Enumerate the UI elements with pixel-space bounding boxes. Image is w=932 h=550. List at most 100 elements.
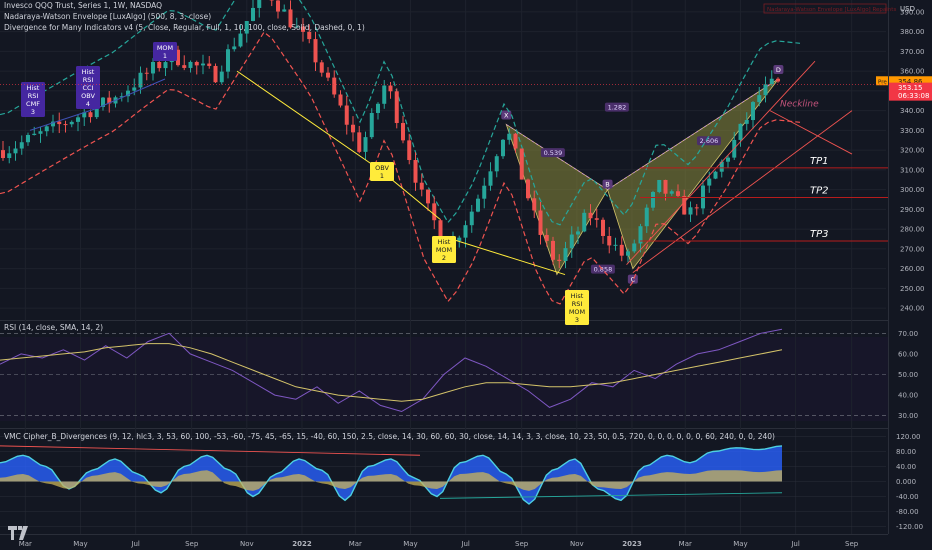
candle-body: [63, 124, 68, 126]
candle-body: [413, 160, 418, 183]
divergence-label-text: MOM: [436, 246, 452, 254]
target-label-tp2: TP2: [810, 186, 829, 197]
candle-body: [394, 91, 399, 124]
candle-body: [519, 148, 524, 180]
candle-body: [601, 219, 605, 236]
candle-body: [557, 259, 562, 261]
candle-body: [713, 171, 718, 179]
price-axis-tick: 320.00: [900, 147, 925, 155]
last-price: 353.15: [898, 84, 923, 92]
price-axis-tick: 280.00: [900, 226, 925, 234]
tradingview-logo-icon: [8, 526, 28, 540]
time-axis-tick: Nov: [240, 540, 254, 548]
candle-body: [257, 0, 262, 8]
candle-body: [238, 33, 243, 47]
candle-body: [613, 244, 618, 246]
time-axis-tick: 2022: [292, 540, 312, 548]
divergence-label-text: MOM: [157, 44, 173, 52]
divergence-label-text: OBV: [81, 92, 95, 100]
candle-body: [182, 65, 187, 68]
indicator-divergence-title[interactable]: Divergence for Many Indicators v4 (5, Cl…: [4, 23, 365, 32]
candle-body: [726, 157, 730, 162]
vmc-title[interactable]: VMC Cipher_B_Divergences (9, 12, hlc3, 3…: [4, 432, 775, 441]
candle-body: [7, 153, 12, 159]
divergence-label-text: Hist: [438, 238, 451, 246]
candle-body: [44, 126, 49, 132]
symbol-title[interactable]: Invesco QQQ Trust, Series 1, 1W, NASDAQ: [4, 1, 162, 10]
candle-body: [69, 121, 74, 125]
candle-body: [501, 139, 505, 157]
rsi-axis-tick: 40.00: [898, 392, 918, 400]
candle-body: [226, 49, 230, 72]
candle-body: [401, 123, 405, 141]
candle-body: [757, 95, 762, 103]
candle-body: [476, 198, 480, 212]
candle-body: [213, 65, 218, 83]
candle-body: [576, 231, 580, 235]
time-axis-tick: Sep: [515, 540, 529, 548]
vmc-axis-tick: -120.00: [896, 523, 923, 531]
candle-body: [201, 63, 205, 66]
time-axis-tick: Mar: [349, 540, 362, 548]
candle-body: [1, 150, 5, 159]
candle-body: [344, 105, 349, 125]
candle-body: [219, 71, 224, 83]
neckline-label: Neckline: [780, 100, 819, 110]
candle-body: [632, 243, 637, 252]
candle-body: [744, 120, 749, 124]
candle-body: [38, 131, 43, 134]
vmc-axis-tick: -80.00: [896, 508, 919, 516]
candle-body: [469, 211, 474, 226]
candle-body: [88, 112, 93, 118]
divergence-label-text: 1: [380, 172, 384, 180]
rsi-title[interactable]: RSI (14, close, SMA, 14, 2): [4, 323, 103, 332]
candle-body: [751, 102, 755, 121]
time-axis-tick: Jul: [790, 540, 800, 548]
pattern-point-d: D: [776, 66, 781, 74]
candle-body: [701, 185, 705, 209]
price-axis-tick: 340.00: [900, 107, 925, 115]
candle-body: [682, 195, 687, 215]
divergence-label-text: MOM: [569, 308, 585, 316]
candle-body: [276, 0, 280, 12]
candle-body: [351, 124, 355, 133]
time-axis-tick: Sep: [845, 540, 859, 548]
candle-body: [132, 87, 137, 91]
price-axis-tick: 390.00: [900, 8, 925, 16]
vmc-axis-tick: 0.000: [896, 478, 916, 486]
candle-body: [776, 78, 780, 82]
price-axis-tick: 270.00: [900, 245, 925, 253]
candle-body: [313, 39, 318, 63]
price-axis-tick: 330.00: [900, 127, 925, 135]
candle-body: [163, 62, 168, 69]
candle-body: [144, 72, 149, 74]
candle-body: [332, 77, 337, 95]
candle-body: [563, 248, 568, 261]
time-axis-tick: 2023: [622, 540, 642, 548]
candle-body: [13, 148, 18, 154]
indicator-nwe-title[interactable]: Nadaraya-Watson Envelope [LuxAlgo] (500,…: [4, 12, 211, 21]
divergence-label-text: CMF: [26, 100, 40, 108]
time-axis-tick: Mar: [679, 540, 692, 548]
candle-body: [388, 85, 393, 92]
divergence-label-text: RSI: [28, 92, 39, 100]
trading-chart[interactable]: XBCD1.2820.5392.6060.858 NecklineTP1TP2T…: [0, 0, 932, 550]
vmc-axis-tick: -40.00: [896, 493, 919, 501]
candle-body: [644, 207, 649, 227]
repaint-badge: Nadaraya-Watson Envelope [LuxAlgo] Repai…: [767, 7, 896, 13]
time-axis-tick: Sep: [185, 540, 199, 548]
candle-body: [207, 63, 212, 66]
price-axis-tick: 310.00: [900, 166, 925, 174]
candle-body: [526, 179, 530, 199]
candle-body: [544, 234, 549, 241]
candle-body: [607, 235, 612, 246]
target-label-tp3: TP3: [810, 229, 829, 240]
rsi-band-background: [0, 337, 888, 421]
price-axis-tick: 370.00: [900, 48, 925, 56]
candle-body: [376, 103, 380, 113]
rsi-axis-tick: 30.00: [898, 412, 918, 420]
price-axis-tick: 240.00: [900, 305, 925, 313]
candle-body: [532, 198, 537, 211]
divergence-label-text: RSI: [572, 300, 583, 308]
candle-body: [651, 191, 655, 208]
